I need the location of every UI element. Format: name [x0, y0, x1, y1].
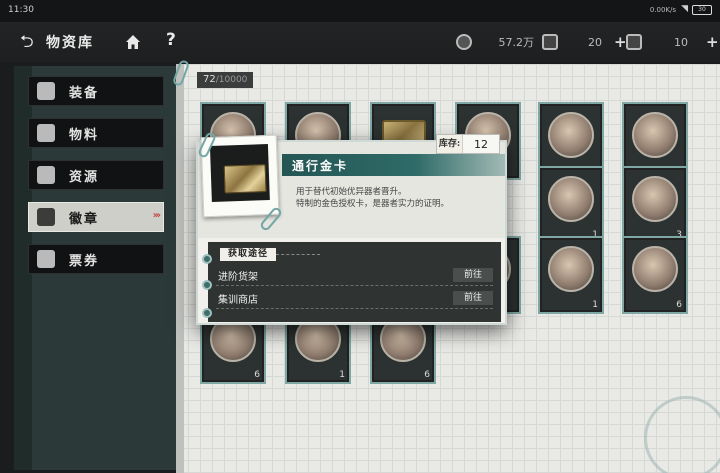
help-icon[interactable]: ?: [166, 30, 176, 50]
network-speed: 0.00K/s: [649, 6, 676, 14]
top-bar: ⮌ 物资库 ? 57.2万 + 20 + 10 +: [0, 22, 720, 62]
inventory-counter: 72/10000: [197, 72, 254, 88]
battery-icon: 30: [692, 5, 712, 15]
item-description: 用于替代初始优异器者晋升。 特制的金色授权卡，是器者实力的证明。: [296, 186, 501, 210]
inventory-item[interactable]: 6: [622, 236, 688, 314]
item-thumbnail: [209, 144, 270, 202]
sidebar-item-label: 装备: [69, 85, 100, 101]
inventory-item[interactable]: 1: [538, 166, 604, 244]
stock-box: 库存: 12: [436, 134, 500, 154]
item-count: 6: [676, 300, 682, 310]
notebook-binding: [176, 64, 184, 473]
badge-portrait: [548, 176, 594, 222]
ring-dot-icon: [202, 308, 212, 318]
inventory-capacity: /10000: [215, 75, 248, 85]
item-count: 6: [254, 370, 260, 380]
clock: 11:30: [8, 5, 34, 15]
gold-card-icon: [223, 164, 267, 194]
sidebar-item-badges[interactable]: 徽章 ›››: [28, 202, 164, 232]
resource-coin: 57.2万 +: [456, 33, 555, 51]
sidebar-item-label: 徽章: [69, 211, 100, 227]
source-row: 集训商店 前往: [208, 287, 501, 309]
sidebar-item-resources[interactable]: 资源: [28, 160, 164, 190]
badge-portrait: [632, 112, 678, 158]
status-bar: 11:30 0.00K/s ◥ 30: [0, 0, 720, 22]
resource-value: 57.2万: [498, 36, 535, 49]
inventory-count: 72: [203, 74, 216, 85]
source-row: 进阶货架 前往: [208, 264, 501, 286]
stock-label: 库存:: [437, 135, 463, 153]
item-count: 1: [339, 370, 345, 380]
materials-icon: [37, 124, 55, 142]
acquisition-sources: 获取途径 进阶货架 前往 集训商店 前往: [202, 242, 501, 322]
sources-label: 获取途径: [220, 248, 321, 261]
badge-portrait: [632, 246, 678, 292]
sidebar-item-label: 物料: [69, 127, 100, 143]
badge-portrait: [548, 112, 594, 158]
add-crystal-button[interactable]: +: [614, 33, 627, 51]
item-detail-popup: 通行金卡 库存: 12 用于替代初始优异器者晋升。 特制的金色授权卡，是器者实力…: [196, 131, 507, 325]
equipment-icon: [37, 82, 55, 100]
active-chevron-icon: ›››: [152, 210, 162, 221]
inventory-item[interactable]: 1: [538, 236, 604, 314]
sidebar-item-label: 票券: [69, 253, 100, 269]
source-name: 集训商店: [218, 295, 258, 306]
item-name-bar: 通行金卡: [282, 154, 505, 176]
sidebar-item-label: 资源: [69, 169, 100, 185]
resource-crystal: 20 +: [542, 33, 627, 51]
crystal-icon: [542, 34, 558, 50]
home-icon[interactable]: [124, 33, 142, 51]
go-button[interactable]: 前往: [453, 291, 493, 305]
resource-value: 10: [674, 35, 688, 49]
item-count: 1: [592, 300, 598, 310]
description-line: 用于替代初始优异器者晋升。: [296, 187, 407, 197]
page-title: 物资库: [46, 35, 94, 51]
badge-portrait: [632, 176, 678, 222]
decorative-stamp: [644, 396, 720, 473]
resource-ticket: 10 +: [626, 33, 719, 51]
row-divider: [216, 308, 493, 309]
voucher-icon: [37, 250, 55, 268]
back-button[interactable]: ⮌ 物资库: [20, 32, 94, 52]
item-name: 通行金卡: [292, 159, 349, 173]
sidebar-item-vouchers[interactable]: 票券: [28, 244, 164, 274]
go-button[interactable]: 前往: [453, 268, 493, 282]
badge-portrait: [548, 246, 594, 292]
description-line: 特制的金色授权卡，是器者实力的证明。: [296, 199, 450, 209]
resources-icon: [37, 166, 55, 184]
sidebar-item-equipment[interactable]: 装备: [28, 76, 164, 106]
inventory-item[interactable]: 3: [622, 166, 688, 244]
item-photo: [200, 134, 280, 218]
badge-icon: [37, 208, 55, 226]
coin-icon: [456, 34, 472, 50]
ring-dot-icon: [202, 254, 212, 264]
source-name: 进阶货架: [218, 272, 258, 283]
sidebar-item-materials[interactable]: 物料: [28, 118, 164, 148]
item-count: 6: [424, 370, 430, 380]
ticket-icon: [626, 34, 642, 50]
row-divider: [216, 285, 493, 286]
back-arrow-icon: ⮌: [20, 32, 34, 52]
wifi-icon: ◥: [681, 4, 688, 14]
add-ticket-button[interactable]: +: [706, 33, 719, 51]
resource-value: 20: [588, 35, 602, 49]
stock-value: 12: [474, 137, 488, 151]
